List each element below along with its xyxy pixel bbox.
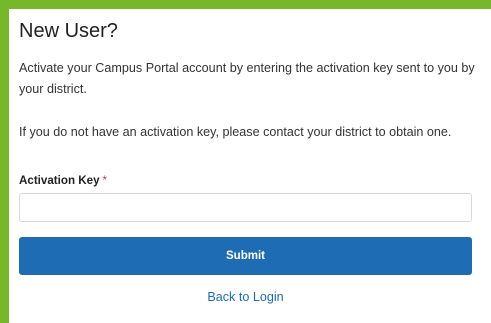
activation-instructions: Activate your Campus Portal account by e… <box>19 61 475 96</box>
back-to-login-link[interactable]: Back to Login <box>0 290 491 304</box>
required-asterisk: * <box>102 174 108 187</box>
activation-key-label: Activation Key * <box>19 174 107 187</box>
new-user-panel <box>9 9 491 323</box>
no-key-instructions: If you do not have an activation key, pl… <box>19 125 452 139</box>
activation-key-label-text: Activation Key <box>19 174 100 187</box>
page-title: New User? <box>19 20 118 42</box>
submit-button[interactable]: Submit <box>19 237 472 275</box>
activation-key-input[interactable] <box>19 193 472 222</box>
